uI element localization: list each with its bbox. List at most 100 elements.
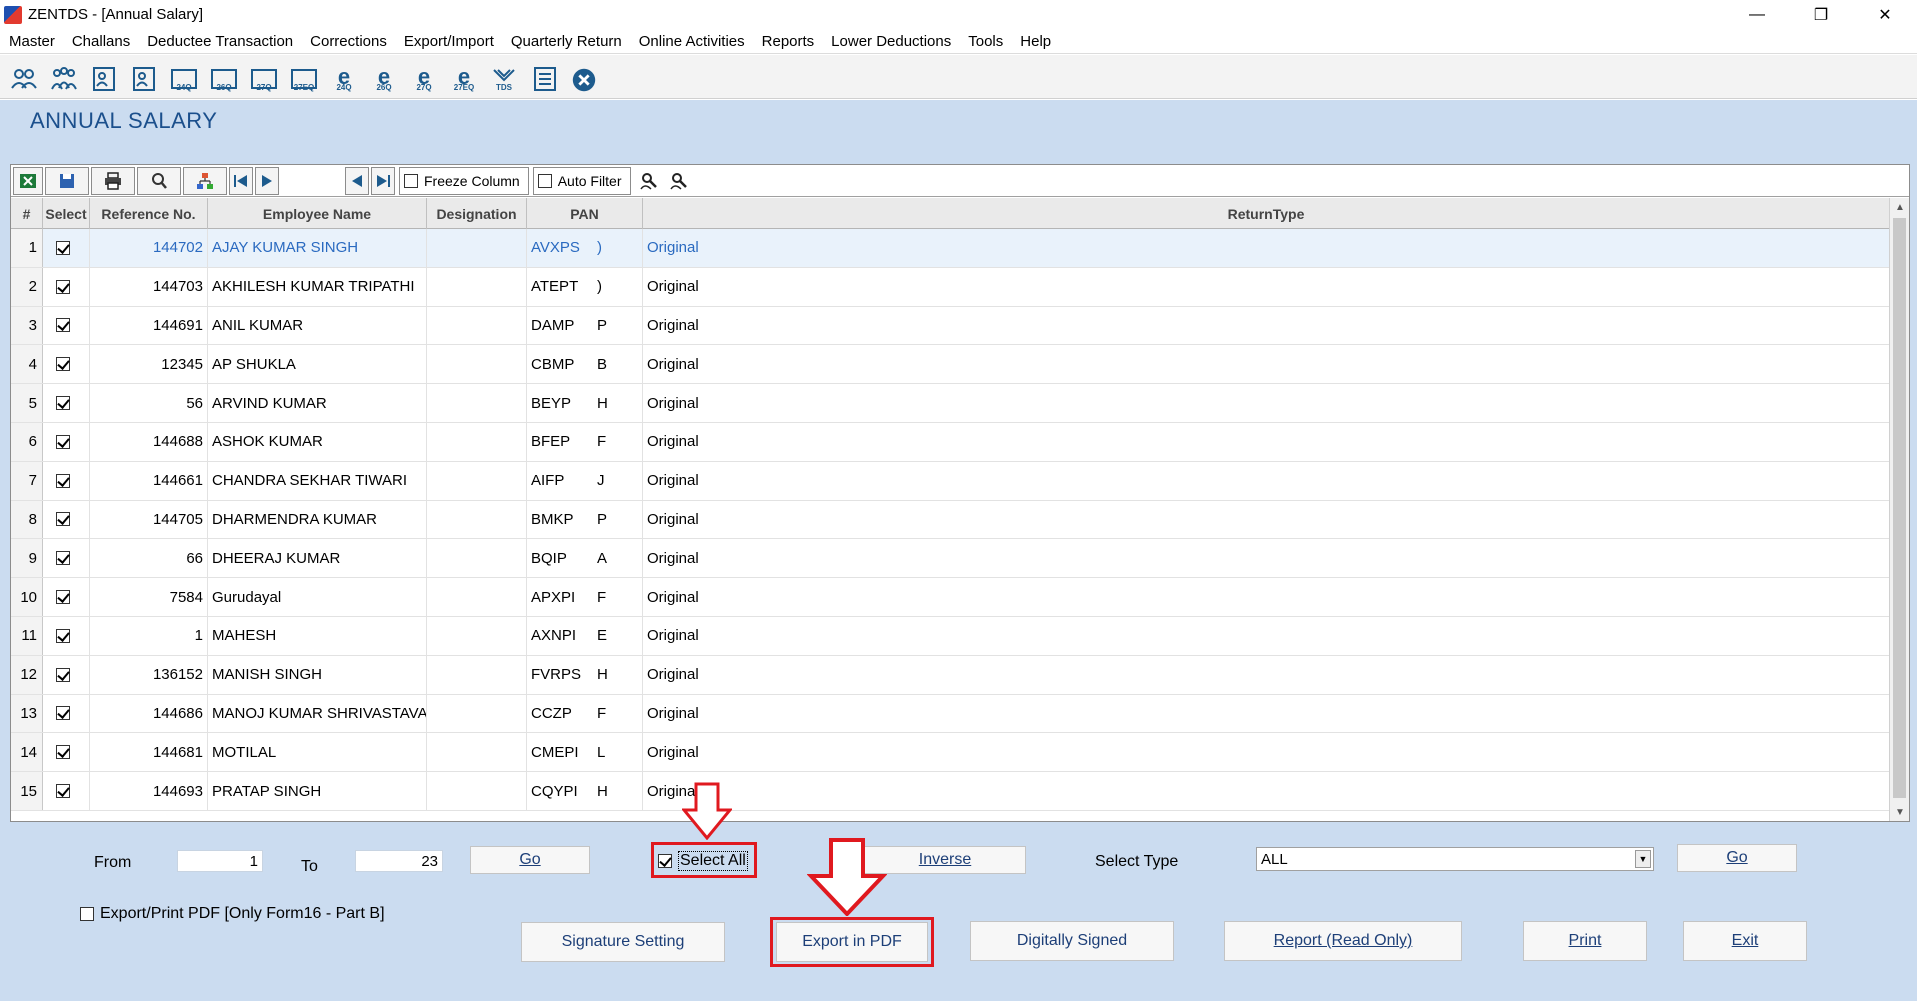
chevron-down-icon[interactable]: ▼ <box>1635 850 1651 868</box>
row-index[interactable]: 4 <box>11 345 43 384</box>
column-header-select[interactable]: Select <box>43 198 90 229</box>
row-select-checkbox[interactable] <box>43 229 90 267</box>
row-checkbox[interactable] <box>56 318 70 333</box>
person-form-2-icon[interactable] <box>128 60 160 94</box>
row-checkbox[interactable] <box>56 396 70 411</box>
menu-master[interactable]: Master <box>0 33 63 50</box>
e-27eq-icon[interactable]: e 27EQ <box>448 60 480 94</box>
row-employee-name[interactable]: ANIL KUMAR <box>208 306 427 345</box>
row-select-checkbox[interactable] <box>43 267 90 306</box>
row-select-checkbox[interactable] <box>43 461 90 500</box>
row-reference-no[interactable]: 144691 <box>90 306 208 345</box>
row-pan[interactable]: CMEPI L <box>527 733 643 772</box>
row-reference-no[interactable]: 144661 <box>90 461 208 500</box>
row-pan[interactable]: AVXPS) <box>527 229 643 267</box>
row-return-type[interactable]: Original <box>643 501 1889 539</box>
row-select-checkbox[interactable] <box>43 616 90 655</box>
find-button[interactable] <box>137 166 181 195</box>
menu-lower-deductions[interactable]: Lower Deductions <box>822 33 959 50</box>
row-employee-name[interactable]: AJAY KUMAR SINGH <box>208 229 427 267</box>
menu-quarterly-return[interactable]: Quarterly Return <box>502 33 630 50</box>
previous-page-button[interactable] <box>255 166 279 195</box>
row-select-checkbox[interactable] <box>43 694 90 733</box>
row-index[interactable]: 6 <box>11 422 43 461</box>
row-designation[interactable] <box>427 229 527 267</box>
vertical-scrollbar[interactable]: ▲ ▼ <box>1889 198 1909 821</box>
row-return-type[interactable]: Original <box>643 307 1889 345</box>
form-26q-icon[interactable]: 26Q <box>208 60 240 94</box>
scroll-up-icon[interactable]: ▲ <box>1890 198 1910 216</box>
document-list-icon[interactable] <box>528 60 560 94</box>
table-row[interactable]: 1 144702 AJAY KUMAR SINGH AVXPS) Original <box>11 229 1889 268</box>
row-pan[interactable]: CQYPI H <box>527 772 643 810</box>
row-select-checkbox[interactable] <box>43 345 90 384</box>
find-user-button[interactable] <box>635 167 663 195</box>
row-index[interactable]: 11 <box>11 616 43 655</box>
row-index[interactable]: 3 <box>11 306 43 345</box>
row-designation[interactable] <box>427 306 527 345</box>
table-row[interactable]: 8 144705 DHARMENDRA KUMAR BMKP P Original <box>11 500 1889 540</box>
restore-button[interactable]: ❐ <box>1789 0 1853 29</box>
scroll-thumb[interactable] <box>1893 218 1906 798</box>
row-select-checkbox[interactable] <box>43 539 90 578</box>
scroll-down-icon[interactable]: ▼ <box>1890 803 1910 821</box>
digitally-signed-button[interactable]: Digitally Signed <box>970 921 1174 961</box>
select-type-go-button[interactable]: Go <box>1677 844 1797 872</box>
row-checkbox[interactable] <box>56 473 70 488</box>
row-designation[interactable] <box>427 384 527 422</box>
row-return-type[interactable]: Original <box>643 539 1889 577</box>
table-row[interactable]: 2 144703 AKHILESH KUMAR TRIPATHI ATEPT) Orig… <box>11 267 1889 307</box>
column-header-employee-name[interactable]: Employee Name <box>208 198 427 229</box>
auto-filter-checkbox[interactable] <box>537 173 552 188</box>
inverse-button[interactable]: Inverse <box>864 846 1026 874</box>
row-employee-name[interactable]: DHARMENDRA KUMAR <box>208 500 427 539</box>
row-return-type[interactable]: Original <box>643 229 1889 267</box>
row-checkbox[interactable] <box>56 512 70 527</box>
row-reference-no[interactable]: 144702 <box>90 229 208 267</box>
row-pan[interactable]: BQIP A <box>527 539 643 578</box>
row-select-checkbox[interactable] <box>43 655 90 694</box>
first-page-button[interactable] <box>229 166 253 195</box>
row-employee-name[interactable]: PRATAP SINGH <box>208 772 427 810</box>
menu-deductee-transaction[interactable]: Deductee Transaction <box>138 33 301 50</box>
signature-setting-button[interactable]: Signature Setting <box>521 922 725 962</box>
row-employee-name[interactable]: DHEERAJ KUMAR <box>208 539 427 578</box>
row-select-checkbox[interactable] <box>43 306 90 345</box>
excel-export-button[interactable] <box>13 166 43 195</box>
group-button[interactable] <box>183 166 227 195</box>
e-24q-icon[interactable]: e 24Q <box>328 60 360 94</box>
row-pan[interactable]: CBMP B <box>527 345 643 384</box>
row-employee-name[interactable]: CHANDRA SEKHAR TIWARI <box>208 461 427 500</box>
row-designation[interactable] <box>427 539 527 578</box>
row-reference-no[interactable]: 144703 <box>90 267 208 306</box>
freeze-column-toggle[interactable]: Freeze Column <box>399 166 529 195</box>
row-employee-name[interactable]: Gurudayal <box>208 578 427 616</box>
row-reference-no[interactable]: 144686 <box>90 694 208 733</box>
row-checkbox[interactable] <box>56 745 70 760</box>
row-employee-name[interactable]: AKHILESH KUMAR TRIPATHI <box>208 267 427 306</box>
table-row[interactable]: 13 144686 MANOJ KUMAR SHRIVASTAVA CCZP F Orig… <box>11 694 1889 734</box>
row-checkbox[interactable] <box>56 706 70 721</box>
row-checkbox[interactable] <box>56 590 70 605</box>
row-designation[interactable] <box>427 694 527 733</box>
row-pan[interactable]: AXNPI E <box>527 616 643 655</box>
row-return-type[interactable]: Original <box>643 268 1889 306</box>
row-designation[interactable] <box>427 461 527 500</box>
row-return-type[interactable]: Original <box>643 462 1889 500</box>
row-checkbox[interactable] <box>56 667 70 682</box>
row-reference-no[interactable]: 7584 <box>90 578 208 616</box>
menu-corrections[interactable]: Corrections <box>301 33 395 50</box>
row-designation[interactable] <box>427 655 527 694</box>
row-index[interactable]: 8 <box>11 500 43 539</box>
row-pan[interactable]: DAMP P <box>527 306 643 345</box>
range-go-button[interactable]: Go <box>470 846 590 874</box>
row-designation[interactable] <box>427 267 527 306</box>
row-checkbox[interactable] <box>56 551 70 566</box>
table-row[interactable]: 6 144688 ASHOK KUMAR BFEP F Original <box>11 422 1889 462</box>
row-index[interactable]: 9 <box>11 539 43 578</box>
table-row[interactable]: 5 56 ARVIND KUMAR BEYP H Original <box>11 384 1889 423</box>
row-index[interactable]: 5 <box>11 384 43 422</box>
row-reference-no[interactable]: 1 <box>90 616 208 655</box>
find-next-user-button[interactable] <box>665 167 693 195</box>
table-row[interactable]: 9 66 DHEERAJ KUMAR BQIP A Original <box>11 539 1889 579</box>
